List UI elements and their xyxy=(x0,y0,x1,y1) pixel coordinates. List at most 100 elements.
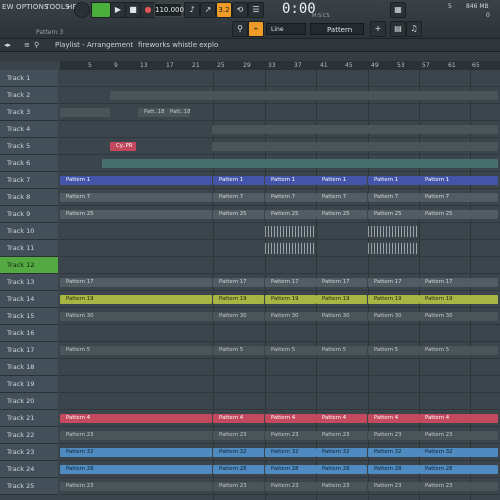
tempo-display[interactable]: 110.000 xyxy=(154,3,184,17)
audio-waveform[interactable] xyxy=(368,243,418,254)
audio-waveform[interactable] xyxy=(265,243,315,254)
clip[interactable]: Pattern 7 xyxy=(265,193,316,202)
clip[interactable]: Pattern 32 xyxy=(316,448,367,457)
clip[interactable]: Pattern 28 xyxy=(419,465,498,474)
clip[interactable]: Pattern 7 xyxy=(419,193,498,202)
clip[interactable]: Pattern 5 xyxy=(419,346,498,355)
clip[interactable]: Pattern 23 xyxy=(265,431,316,440)
menu-icon[interactable]: ≡ xyxy=(24,39,30,51)
clip[interactable]: Pattern 5 xyxy=(265,346,316,355)
track-header-8[interactable]: Track 8 xyxy=(0,189,58,206)
clip[interactable]: Pattern 19 xyxy=(368,295,419,304)
clip[interactable]: Pattern 23 xyxy=(419,431,498,440)
lane-10[interactable] xyxy=(60,223,500,240)
clip[interactable]: Pattern 23 xyxy=(368,431,419,440)
clip[interactable]: Pattern 23 xyxy=(213,431,264,440)
clip[interactable]: Pattern 5 xyxy=(368,346,419,355)
clip[interactable] xyxy=(60,108,110,117)
clip[interactable]: Pattern 17 xyxy=(60,278,212,287)
clip[interactable]: Pattern 32 xyxy=(368,448,419,457)
metronome-icon[interactable]: ♪ xyxy=(184,2,200,18)
lane-21[interactable]: Pattern 4 Pattern 4 Pattern 4 Pattern 4 … xyxy=(60,410,500,427)
lane-14[interactable]: Pattern 19 Pattern 19 Pattern 19 Pattern… xyxy=(60,291,500,308)
clip[interactable]: Pattern 28 xyxy=(316,465,367,474)
lane-6[interactable] xyxy=(60,155,500,172)
clip[interactable]: Pattern 19 xyxy=(316,295,367,304)
clip[interactable]: Pattern 30 xyxy=(60,312,212,321)
wait-icon[interactable]: ↗ xyxy=(200,2,216,18)
track-header-2[interactable]: Track 2 xyxy=(0,87,58,104)
track-header-14[interactable]: Track 14 xyxy=(0,291,58,308)
channel-rack-icon[interactable]: ▤ xyxy=(390,21,406,37)
clip[interactable]: Pattern 5 xyxy=(60,346,212,355)
lane-25[interactable]: Pattern 23 Pattern 23 Pattern 23 Pattern… xyxy=(60,478,500,495)
add-pattern-button[interactable]: + xyxy=(370,21,386,37)
menu-options[interactable]: OPTIONS xyxy=(16,3,49,11)
clip[interactable]: Pattern 32 xyxy=(265,448,316,457)
lane-17[interactable]: Pattern 5 Pattern 5 Pattern 5 Pattern 5 … xyxy=(60,342,500,359)
clip[interactable]: Pattern 19 xyxy=(60,295,212,304)
clip[interactable]: Pattern 25 xyxy=(265,210,316,219)
clip[interactable] xyxy=(212,125,498,134)
lane-12[interactable] xyxy=(60,257,500,274)
timeline-ruler[interactable]: 5 9 13 17 21 25 29 33 37 41 45 49 53 57 … xyxy=(60,61,500,70)
clip[interactable]: Pattern 23 xyxy=(419,482,498,491)
clip[interactable]: Pattern 25 xyxy=(316,210,367,219)
track-header-18[interactable]: Track 18 xyxy=(0,359,58,376)
clip[interactable]: Patt..18 xyxy=(164,108,190,117)
mode-display[interactable]: 3.2 xyxy=(216,2,232,18)
track-header-24[interactable]: Track 24 xyxy=(0,461,58,478)
lane-9[interactable]: Pattern 25 Pattern 25 Pattern 25 Pattern… xyxy=(60,206,500,223)
clip[interactable] xyxy=(102,159,498,168)
clip[interactable]: Pattern 25 xyxy=(419,210,498,219)
track-header-6[interactable]: Track 6 xyxy=(0,155,58,172)
track-header-20[interactable]: Track 20 xyxy=(0,393,58,410)
clip[interactable]: Pattern 17 xyxy=(265,278,316,287)
menu-view[interactable]: EW xyxy=(2,3,14,11)
play-button[interactable]: ▶ xyxy=(110,2,126,18)
clip[interactable]: Pattern 30 xyxy=(265,312,316,321)
audio-waveform[interactable] xyxy=(368,226,418,237)
track-header-16[interactable]: Track 16 xyxy=(0,325,58,342)
snap-icon[interactable]: ⚲ xyxy=(34,39,39,51)
audio-waveform[interactable] xyxy=(265,226,315,237)
lane-8[interactable]: Pattern 7 Pattern 7 Pattern 7 Pattern 7 … xyxy=(60,189,500,206)
clip[interactable]: Pattern 1 xyxy=(60,176,212,185)
lane-4[interactable] xyxy=(60,121,500,138)
clip[interactable]: Pattern 4 xyxy=(60,414,212,423)
clip[interactable]: Pattern 28 xyxy=(368,465,419,474)
lane-19[interactable] xyxy=(60,376,500,393)
clip[interactable]: Pattern 23 xyxy=(265,482,316,491)
clip[interactable]: Pattern 17 xyxy=(419,278,498,287)
clip[interactable]: Pattern 5 xyxy=(213,346,264,355)
clip[interactable]: Pattern 19 xyxy=(265,295,316,304)
lane-20[interactable] xyxy=(60,393,500,410)
lane-18[interactable] xyxy=(60,359,500,376)
track-header-19[interactable]: Track 19 xyxy=(0,376,58,393)
menu-tools[interactable]: TOOLS xyxy=(45,3,70,11)
track-header-4[interactable]: Track 4 xyxy=(0,121,58,138)
snap-select[interactable]: Line xyxy=(266,23,306,35)
clip[interactable]: Pattern 30 xyxy=(213,312,264,321)
clip[interactable]: Pattern 28 xyxy=(213,465,264,474)
stop-button[interactable]: ■ xyxy=(125,2,141,18)
track-header-3[interactable]: Track 3 xyxy=(0,104,58,121)
playlist-grid[interactable]: Patt..18 Patt..18 Cy..PR Pattern 1 Patte… xyxy=(60,70,500,500)
blend-icon[interactable]: ☰ xyxy=(248,2,264,18)
clip[interactable]: Pattern 4 xyxy=(368,414,419,423)
clip[interactable]: Pattern 4 xyxy=(316,414,367,423)
clip[interactable]: Pattern 23 xyxy=(60,482,212,491)
lane-16[interactable] xyxy=(60,325,500,342)
clip[interactable]: Pattern 19 xyxy=(419,295,498,304)
lane-22[interactable]: Pattern 23 Pattern 23 Pattern 23 Pattern… xyxy=(60,427,500,444)
clip[interactable]: Pattern 25 xyxy=(368,210,419,219)
track-header-7[interactable]: Track 7 xyxy=(0,172,58,189)
clip[interactable]: Pattern 4 xyxy=(419,414,498,423)
lane-3[interactable]: Patt..18 Patt..18 xyxy=(60,104,500,121)
clip[interactable]: Pattern 25 xyxy=(60,210,212,219)
clip[interactable]: Pattern 19 xyxy=(213,295,264,304)
clip[interactable]: Pattern 17 xyxy=(368,278,419,287)
clip[interactable]: Pattern 17 xyxy=(316,278,367,287)
arrow-icon[interactable]: ◂▸ xyxy=(4,39,11,51)
track-header-23[interactable]: Track 23 xyxy=(0,444,58,461)
